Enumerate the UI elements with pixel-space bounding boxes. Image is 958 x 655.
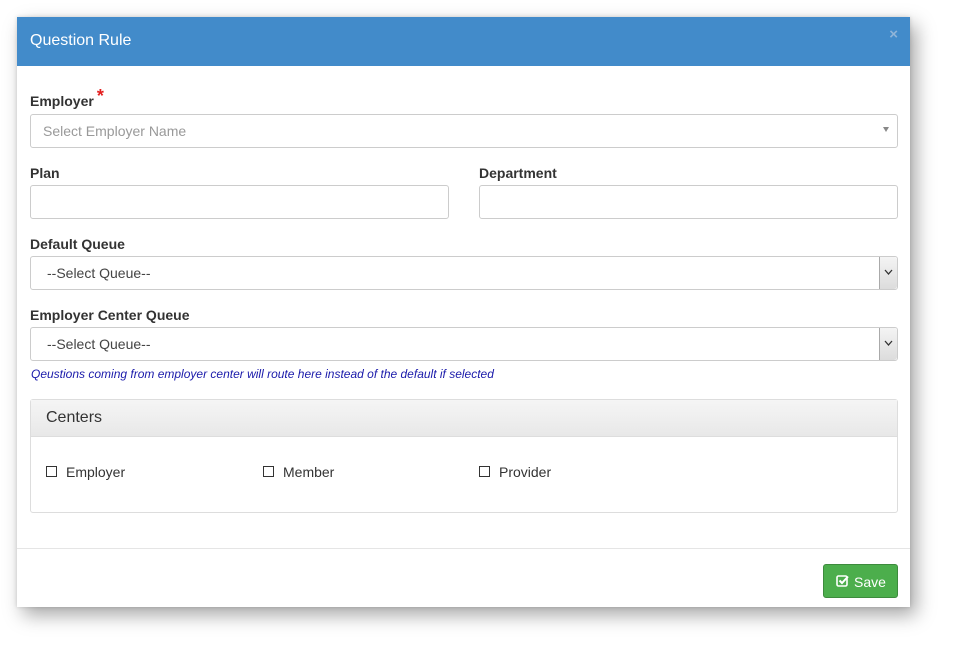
footer-divider [17, 548, 910, 549]
modal-header: Question Rule × [17, 17, 910, 66]
default-queue-value: --Select Queue-- [47, 265, 151, 281]
employer-center-queue-label: Employer Center Queue [30, 307, 190, 323]
chevron-down-icon [884, 269, 893, 275]
default-queue-select[interactable]: --Select Queue-- [30, 256, 898, 290]
employer-checkbox-label: Employer [66, 464, 126, 480]
employer-center-queue-select[interactable]: --Select Queue-- [30, 327, 898, 361]
employer-select-placeholder: Select Employer Name [43, 123, 187, 139]
save-button[interactable]: Save [823, 564, 898, 598]
modal-title: Question Rule [30, 32, 132, 49]
plan-input[interactable] [30, 185, 449, 219]
employer-checkbox[interactable] [46, 466, 57, 477]
required-mark: * [96, 86, 104, 106]
default-queue-dropdown-button[interactable] [879, 257, 897, 289]
member-checkbox[interactable] [263, 466, 274, 477]
employer-center-queue-value: --Select Queue-- [47, 336, 151, 352]
centers-panel: Centers Employer Member Provider [30, 399, 898, 513]
employer-select[interactable]: Select Employer Name [30, 114, 898, 148]
provider-checkbox[interactable] [479, 466, 490, 477]
provider-checkbox-label: Provider [499, 464, 552, 480]
chevron-down-icon [884, 340, 893, 346]
save-button-label: Save [854, 574, 886, 590]
member-checkbox-label: Member [283, 464, 335, 480]
question-rule-modal: Question Rule × Employer * Select Employe… [17, 17, 910, 607]
department-label: Department [479, 165, 557, 181]
employer-center-queue-help: Qeustions coming from employer center wi… [31, 367, 494, 381]
default-queue-label: Default Queue [30, 236, 125, 252]
check-square-icon [836, 574, 849, 590]
centers-panel-heading: Centers [31, 400, 897, 437]
employer-label: Employer * [30, 86, 104, 109]
department-input[interactable] [479, 185, 898, 219]
plan-label: Plan [30, 165, 60, 181]
employer-center-queue-dropdown-button[interactable] [879, 328, 897, 360]
close-button[interactable]: × [889, 27, 898, 43]
centers-title: Centers [46, 409, 103, 426]
chevron-down-icon [883, 127, 889, 132]
